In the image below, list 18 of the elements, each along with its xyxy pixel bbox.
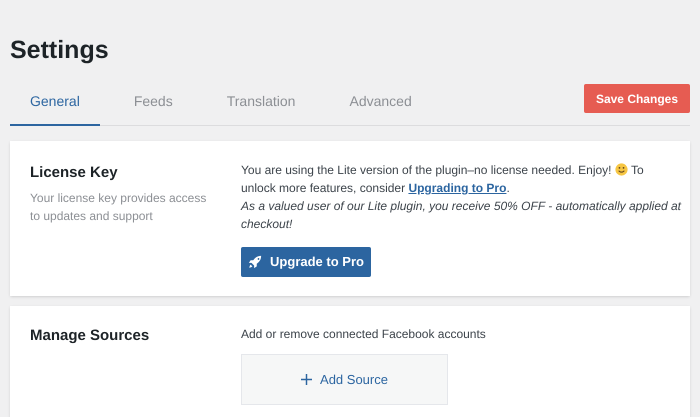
section-title: License Key <box>30 163 119 183</box>
upgrade-link[interactable]: Upgrading to Pro <box>408 181 506 195</box>
tab[interactable]: Advanced <box>329 89 432 126</box>
license-message: You are using the Lite version of the plugin–no license needed. Enjoy! To unlock more features, consider Upgrading to Pro. <box>241 162 645 197</box>
upgrade-button[interactable]: Upgrade to Pro <box>241 247 371 277</box>
offer-text: As a valued user of our Lite plugin, you receive 50% OFF - automatically applied at checkout! <box>241 198 681 233</box>
section-description: Your license key provides access to updates and support <box>30 190 208 225</box>
section-description: Add or remove connected Facebook accounts <box>241 326 486 342</box>
section-title: Manage Sources <box>30 326 150 346</box>
tab[interactable]: Feeds <box>114 89 193 126</box>
plus-icon <box>301 374 312 385</box>
page-title: Settings <box>10 35 109 66</box>
smiley-icon <box>614 163 628 176</box>
tab[interactable]: General <box>10 89 100 126</box>
tab[interactable]: Translation <box>206 89 316 126</box>
rocket-icon <box>248 255 262 269</box>
save-button[interactable]: Save Changes <box>584 84 690 113</box>
add-source-button[interactable]: Add Source <box>241 354 448 405</box>
